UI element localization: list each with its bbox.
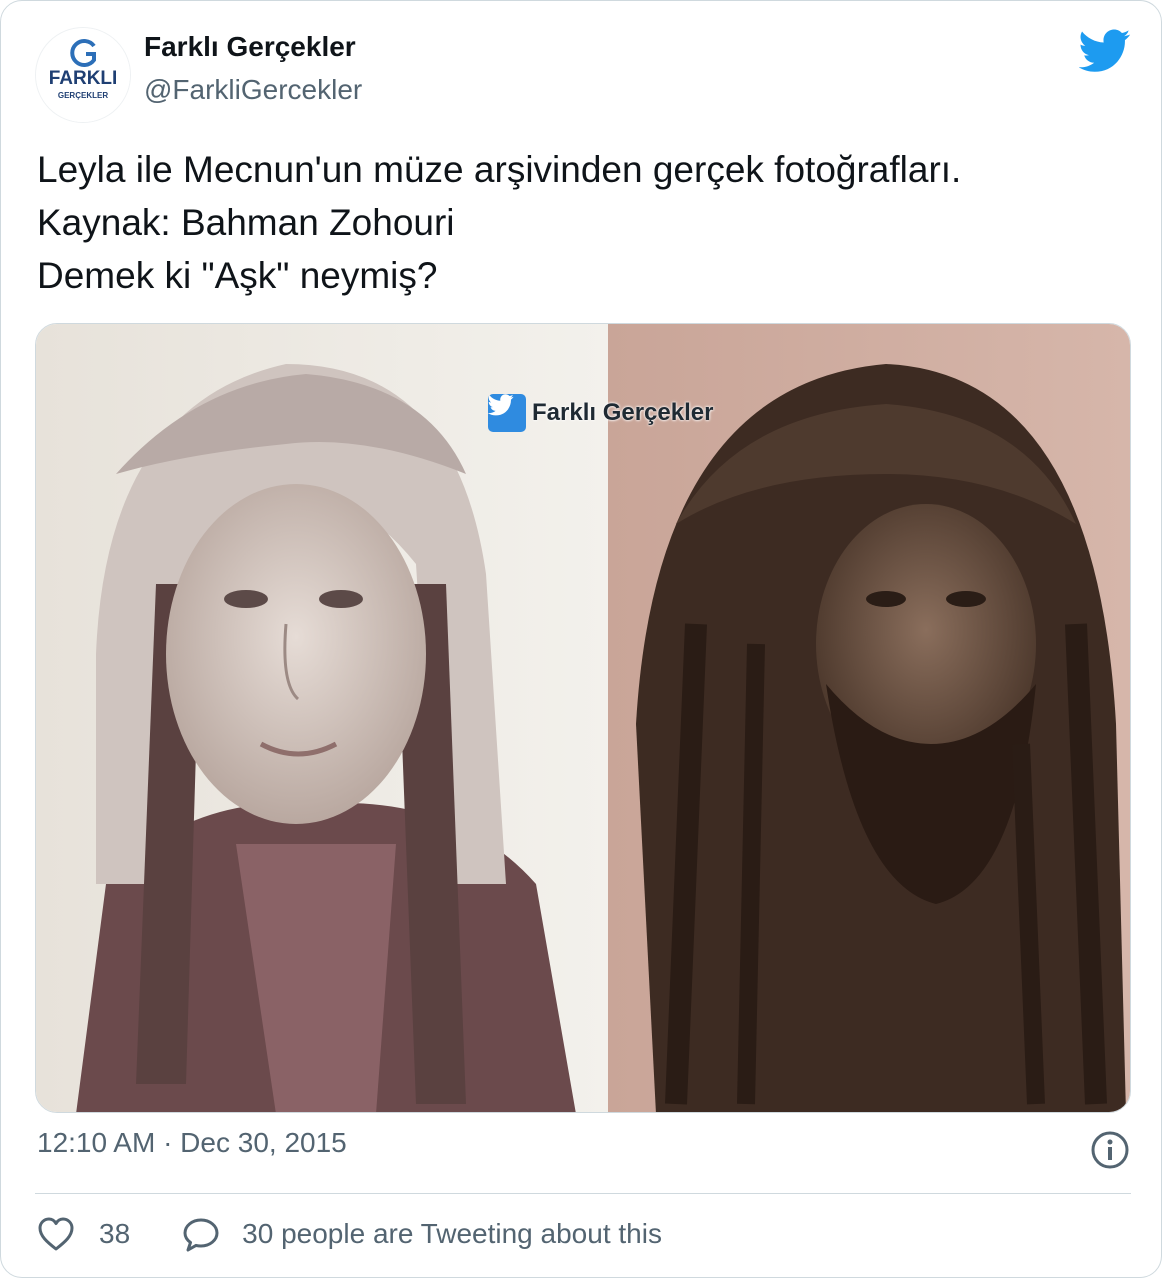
watermark-text: Farklı Gerçekler — [532, 399, 714, 426]
twitter-bird-icon — [488, 394, 526, 432]
tweet-card: FARKLI GERÇEKLER Farklı Gerçekler @Farkl… — [0, 0, 1162, 1278]
tweet-actions: 38 30 people are Tweeting about this — [37, 1209, 662, 1259]
like-count: 38 — [99, 1218, 131, 1249]
avatar[interactable]: FARKLI GERÇEKLER — [35, 27, 131, 123]
tweet-text-line: Kaynak: Bahman Zohouri — [37, 202, 455, 243]
divider — [35, 1193, 1131, 1194]
info-icon[interactable] — [1090, 1130, 1130, 1170]
tweet-media-photo[interactable]: Farklı Gerçekler — [35, 323, 1131, 1113]
media-watermark: Farklı Gerçekler — [488, 394, 713, 432]
tweet-text: Leyla ile Mecnun'un müze arşivinden gerç… — [37, 143, 1127, 302]
speech-bubble-icon[interactable] — [182, 1216, 220, 1252]
tweet-text-line: Leyla ile Mecnun'un müze arşivinden gerç… — [37, 149, 962, 190]
twitter-bird-icon[interactable] — [1079, 29, 1131, 73]
portrait-photos — [36, 324, 1130, 1112]
avatar-logo: FARKLI GERÇEKLER — [36, 28, 130, 122]
like-action[interactable]: 38 — [37, 1216, 130, 1252]
tweeting-about-action[interactable]: 30 people are Tweeting about this — [130, 1216, 662, 1252]
avatar-logo-text: FARKLI — [49, 68, 118, 89]
avatar-logo-subtext: GERÇEKLER — [58, 91, 108, 100]
author-handle[interactable]: @FarkliGercekler — [144, 74, 362, 106]
heart-icon[interactable] — [37, 1216, 75, 1252]
tweet-text-line: Demek ki "Aşk" neymiş? — [37, 255, 438, 296]
author-display-name[interactable]: Farklı Gerçekler — [144, 31, 356, 63]
tweet-timestamp[interactable]: 12:10 AM · Dec 30, 2015 — [37, 1127, 347, 1159]
tweeting-about-text: 30 people are Tweeting about this — [242, 1218, 662, 1249]
